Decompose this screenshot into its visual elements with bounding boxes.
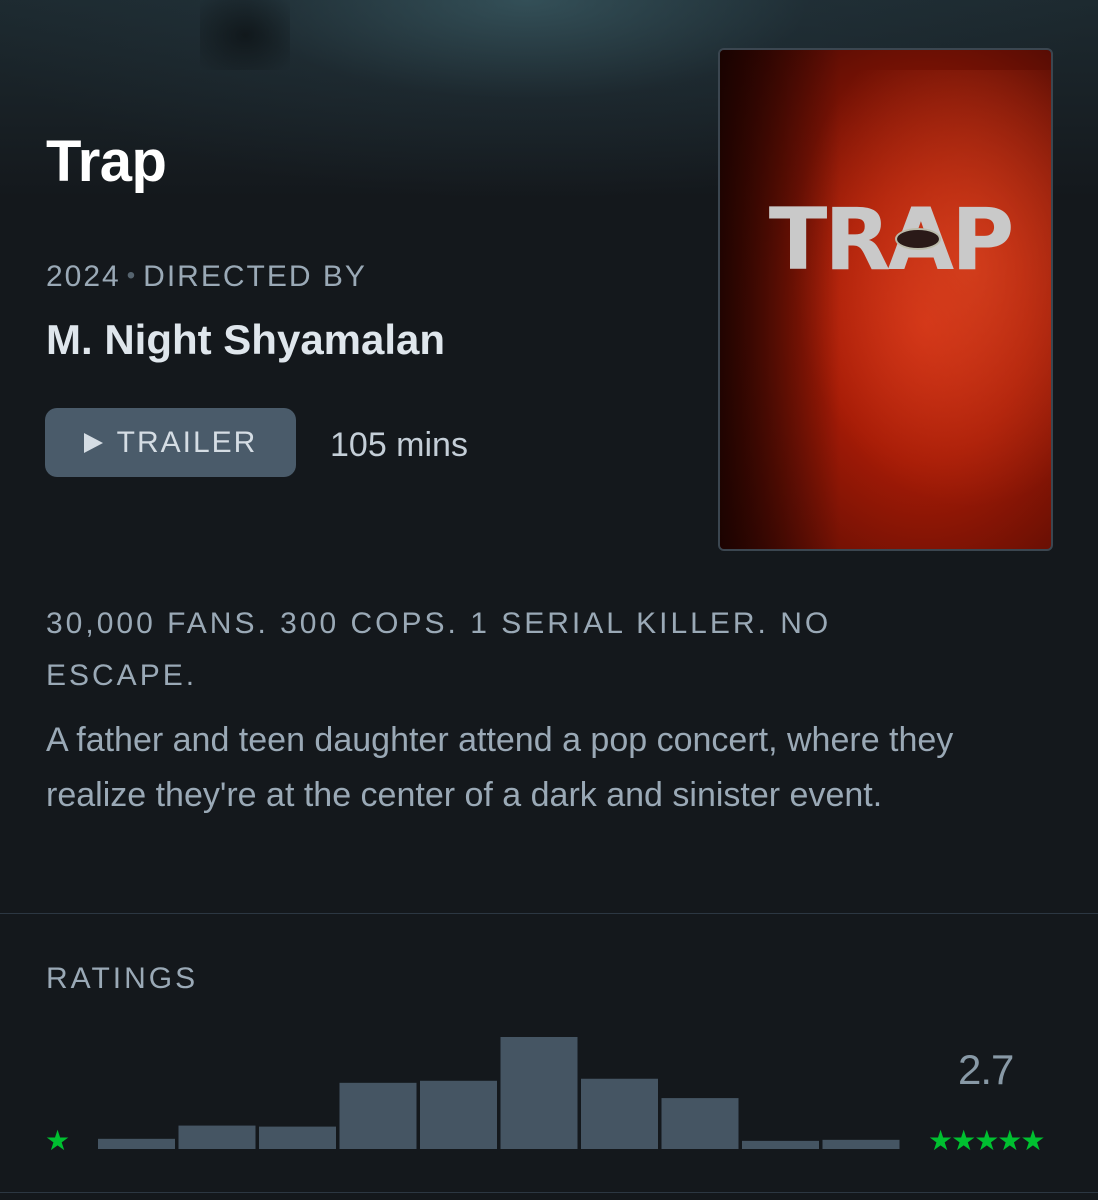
- histogram-bar-0.5[interactable]: [98, 1138, 175, 1149]
- five-stars-icon: ★★★★★: [928, 1125, 1046, 1156]
- backdrop-shade: [200, 0, 290, 70]
- directed-by-label: DIRECTED BY: [143, 260, 367, 293]
- section-divider: [0, 913, 1098, 914]
- film-poster[interactable]: TRAP: [718, 48, 1053, 551]
- film-page: Trap 2024 • DIRECTED BY M. Night Shyamalan…: [0, 0, 1098, 1200]
- histogram-bar-3[interactable]: [500, 1037, 578, 1149]
- release-year[interactable]: 2024: [46, 260, 121, 293]
- ratings-label: RATINGS: [46, 962, 199, 995]
- trailer-button[interactable]: TRAILER: [45, 408, 296, 477]
- histogram-bar-4.5[interactable]: [742, 1140, 819, 1149]
- separator-dot: •: [126, 262, 138, 289]
- film-meta: 2024 • DIRECTED BY: [46, 260, 367, 294]
- director-name[interactable]: M. Night Shyamalan: [46, 316, 445, 364]
- histogram-bar-4[interactable]: [661, 1098, 739, 1149]
- tagline: 30,000 FANS. 300 COPS. 1 SERIAL KILLER. …: [46, 607, 832, 692]
- histogram-bar-5[interactable]: [822, 1139, 900, 1149]
- average-rating[interactable]: 2.7: [958, 1046, 1014, 1094]
- play-icon: [83, 432, 103, 453]
- synopsis: A father and teen daughter attend a pop …: [46, 721, 954, 814]
- trailer-label: TRAILER: [116, 425, 258, 459]
- histogram-bar-2[interactable]: [339, 1082, 417, 1149]
- histogram-bar-1.5[interactable]: [259, 1126, 336, 1149]
- histogram-bar-1[interactable]: [178, 1125, 256, 1149]
- bottom-divider: [0, 1192, 1098, 1193]
- histogram-bar-3.5[interactable]: [581, 1078, 658, 1149]
- poster-shadow: [720, 50, 840, 549]
- histogram-bar-2.5[interactable]: [420, 1080, 497, 1149]
- poster-title: TRAP: [768, 190, 1014, 290]
- poster-eye: [895, 228, 941, 250]
- one-star-icon: ★: [45, 1125, 71, 1156]
- runtime: 105 mins: [330, 426, 468, 464]
- film-title: Trap: [46, 129, 167, 194]
